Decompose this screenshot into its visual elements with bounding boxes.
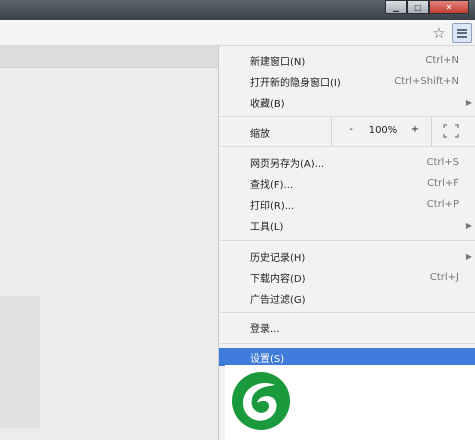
menu-separator [219, 240, 475, 241]
minimize-button[interactable]: ▁ [385, 0, 407, 14]
zoom-controls: - 100% + [331, 116, 432, 146]
menu-item-label: 查找(F)... [250, 180, 294, 191]
menu-item-incognito-window[interactable]: 打开新的隐身窗口(I) Ctrl+Shift+N [219, 71, 475, 92]
menu-item-downloads[interactable]: 下载内容(D) Ctrl+J [219, 267, 475, 288]
menu-item-shortcut: Ctrl+S [426, 157, 459, 168]
page-content-panel [0, 296, 40, 428]
menu-item-label: 打印(R)... [250, 201, 295, 212]
menu-item-shortcut: Ctrl+P [426, 199, 459, 210]
menu-item-shortcut: Ctrl+J [429, 272, 459, 283]
menu-item-history[interactable]: 历史记录(H) ▶ [219, 246, 475, 267]
menu-item-shortcut: Ctrl+Shift+N [394, 76, 459, 87]
menu-item-shortcut: Ctrl+F [427, 178, 459, 189]
browser-toolbar: ☆ [0, 20, 475, 46]
menu-item-label: 新建窗口(N) [250, 57, 306, 68]
menu-separator [219, 146, 475, 147]
menu-item-label: 网页另存为(A)... [250, 159, 325, 170]
zoom-in-button[interactable]: + [408, 124, 422, 135]
menu-item-save-page[interactable]: 网页另存为(A)... Ctrl+S [219, 152, 475, 173]
menu-item-print[interactable]: 打印(R)... Ctrl+P [219, 194, 475, 215]
zoom-label: 缩放 [250, 129, 270, 140]
menu-item-label: 历史记录(H) [250, 253, 306, 264]
submenu-arrow-icon: ▶ [465, 252, 472, 261]
menu-item-tools[interactable]: 工具(L) ▶ [219, 215, 475, 236]
minimize-icon: ▁ [392, 2, 400, 12]
menu-item-label: 设置(S) [250, 353, 285, 365]
menu-item-label: 下载内容(D) [250, 274, 306, 285]
menu-item-label: 广告过滤(G) [250, 295, 306, 306]
menu-item-label: 打开新的隐身窗口(I) [250, 78, 341, 89]
bookmark-bar [0, 46, 218, 68]
menu-item-shortcut: Ctrl+N [425, 55, 459, 66]
menu-item-bookmarks[interactable]: 收藏(B) ▶ [219, 92, 475, 113]
menu-item-settings[interactable]: 设置(S) [219, 348, 475, 366]
menu-separator [219, 312, 475, 313]
menu-button[interactable] [452, 23, 472, 43]
menu-item-find[interactable]: 查找(F)... Ctrl+F [219, 173, 475, 194]
leaf-logo-icon [232, 372, 290, 430]
menu-item-zoom: 缩放 - 100% + [219, 116, 475, 146]
watermark-logo-area [225, 365, 475, 440]
window-controls: ▁ □ ✕ [385, 0, 469, 14]
menu-item-label: 登录... [250, 324, 280, 335]
menu-item-label: 收藏(B) [250, 99, 285, 110]
hamburger-icon [457, 28, 467, 38]
menu-item-new-window[interactable]: 新建窗口(N) Ctrl+N [219, 50, 475, 71]
fullscreen-icon[interactable] [443, 124, 459, 138]
zoom-out-button[interactable]: - [344, 124, 358, 135]
menu-separator [219, 343, 475, 344]
submenu-arrow-icon: ▶ [465, 98, 472, 107]
menu-item-login[interactable]: 登录... [219, 317, 475, 338]
menu-item-label: 工具(L) [250, 222, 284, 233]
submenu-arrow-icon: ▶ [465, 221, 472, 230]
close-button[interactable]: ✕ [429, 0, 469, 14]
maximize-button[interactable]: □ [407, 0, 429, 14]
maximize-icon: □ [414, 2, 422, 12]
zoom-level: 100% [368, 125, 398, 136]
menu-item-ad-filter[interactable]: 广告过滤(G) [219, 288, 475, 309]
window-titlebar: ▁ □ ✕ [0, 0, 475, 20]
close-icon: ✕ [445, 2, 453, 12]
star-icon[interactable]: ☆ [430, 24, 448, 42]
